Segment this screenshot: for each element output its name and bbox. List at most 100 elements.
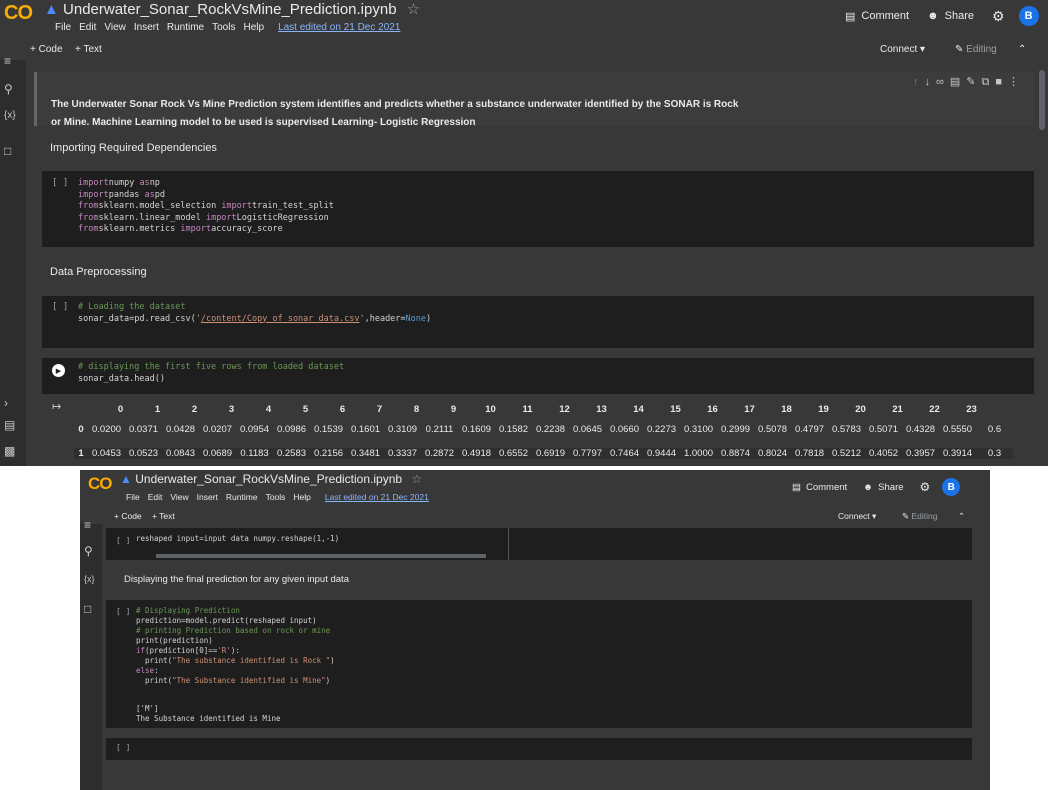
dataframe-cell: 0.0200 [91,424,122,435]
drive-icon: ▲ [120,472,132,486]
more-options-icon[interactable]: ⋮ [1008,76,1025,88]
menu-insert[interactable]: Insert [197,492,218,502]
add-code-button[interactable]: + Code [30,44,63,55]
star-icon[interactable]: ☆ [411,472,422,486]
text-cell-intro[interactable]: ↑↓∞▤✎⧉■⋮ The Underwater Sonar Rock Vs Mi… [34,72,1035,128]
menu-tools[interactable]: Tools [266,492,286,502]
mirror-cell-icon[interactable]: ⧉ [981,76,995,88]
code-token: print(prediction) [136,636,213,645]
cell-execution-count[interactable]: [ ] [116,743,130,752]
variables-icon[interactable]: {x} [4,110,16,121]
vertical-scrollbar[interactable] [1039,70,1045,130]
code-token: "The substance identified is Rock " [172,656,331,665]
dataframe-cell: 0.5550 [942,424,973,435]
editing-button[interactable]: ✎ Editing [902,511,938,522]
colab-logo[interactable]: CO [88,474,112,494]
menu-insert[interactable]: Insert [134,22,159,33]
menu-help[interactable]: Help [293,492,310,502]
dataframe-row-index: 1 [78,448,84,459]
move-down-icon[interactable]: ↓ [925,76,937,88]
menu-edit[interactable]: Edit [79,22,96,33]
run-cell-button[interactable]: ▶ [52,364,65,377]
menu-view[interactable]: View [170,492,188,502]
search-icon[interactable]: ⚲ [4,82,13,96]
variables-icon[interactable]: {x} [84,574,95,584]
code-token: 'R' [217,646,231,655]
expand-sidebar-icon[interactable]: › [4,396,8,410]
add-text-button[interactable]: + Text [152,511,175,521]
predict-code[interactable]: # Displaying Prediction prediction=model… [136,606,335,686]
horizontal-scrollbar[interactable] [156,554,486,558]
search-icon[interactable]: ⚲ [84,544,93,558]
comment-button[interactable]: ▤ Comment [845,10,909,23]
share-button[interactable]: ☻ Share [863,482,903,493]
output-line: The Substance identified is Mine [136,714,281,723]
code-cell-imports[interactable]: [ ] importnumpy asnp importpandas aspd f… [42,171,1034,247]
load-dataset-code[interactable]: # Loading the dataset sonar_data=pd.read… [78,302,431,325]
collapse-header-icon[interactable]: ⌃ [958,511,965,522]
reshape-code[interactable]: reshaped input=input data numpy.reshape(… [136,534,339,544]
connect-button[interactable]: Connect ▾ [838,511,876,522]
code-cell-head[interactable]: ▶ # displaying the first five rows from … [42,358,1034,394]
star-icon[interactable]: ☆ [407,1,420,18]
avatar[interactable]: B [942,478,961,496]
link-icon[interactable]: ∞ [936,76,950,88]
editing-label: Editing [966,43,997,55]
move-up-icon[interactable]: ↑ [913,76,925,88]
dataframe-row-index: 0 [78,424,84,435]
prediction-output: ['M'] The Substance identified is Mine [136,704,281,724]
collapse-header-icon[interactable]: ⌃ [1018,44,1026,55]
cell-execution-count[interactable]: [ ] [52,302,68,312]
code-token: # Displaying Prediction [136,606,240,615]
comment-icon[interactable]: ▤ [950,76,966,88]
avatar[interactable]: B [1018,6,1039,26]
table-of-contents-icon[interactable]: ≡ [4,54,11,68]
dataframe-column-header: 10 [485,404,496,415]
files-icon[interactable]: □ [84,602,91,616]
cell-execution-count[interactable]: [ ] [116,607,130,616]
menu-tools[interactable]: Tools [212,22,235,33]
menu-runtime[interactable]: Runtime [226,492,258,502]
last-edited-link[interactable]: Last edited on 21 Dec 2021 [278,22,400,33]
menu-file[interactable]: File [55,22,71,33]
add-code-button[interactable]: + Code [114,511,142,521]
code-cell-empty[interactable]: [ ] [106,738,972,760]
dataframe-column-header: 19 [818,404,829,415]
notebook-toolbar: + Code + Text Connect ▾ ✎ Editing ⌃ [0,40,1048,58]
notebook-title[interactable]: ▲ Underwater_Sonar_RockVsMine_Prediction… [120,472,422,486]
code-cell-reshape[interactable]: [ ] reshaped input=input data numpy.resh… [106,528,972,560]
last-edited-link[interactable]: Last edited on 21 Dec 2021 [325,492,429,502]
gear-icon[interactable]: ⚙ [992,8,1005,25]
head-code[interactable]: # displaying the first five rows from lo… [78,362,344,385]
menu-file[interactable]: File [126,492,140,502]
comment-button[interactable]: ▤ Comment [792,482,847,493]
files-icon[interactable]: □ [4,144,11,158]
delete-icon[interactable]: ■ [995,76,1008,88]
code-snippets-icon[interactable]: ▩ [4,444,15,458]
gear-icon[interactable]: ⚙ [920,480,931,494]
code-cell-predict[interactable]: [ ] # Displaying Prediction prediction=m… [106,600,972,728]
code-token: np [149,178,160,188]
output-icon[interactable]: ↦ [52,400,61,413]
connect-button[interactable]: Connect ▾ [880,44,925,55]
code-token: print( [136,676,173,685]
menu-view[interactable]: View [104,22,126,33]
notebook-title[interactable]: ▲ Underwater_Sonar_RockVsMine_Prediction… [44,0,420,18]
menu-runtime[interactable]: Runtime [167,22,204,33]
dataframe-output: 0 1 2 3 4 5 6 7 8 9 10 11 12 13 14 15 16 17 18 19 20 21 22 23 0… [74,400,1034,466]
dataframe-cell: 0.3 [987,448,1002,459]
imports-code[interactable]: importnumpy asnp importpandas aspd froms… [78,178,334,236]
cell-execution-count[interactable]: [ ] [52,178,68,188]
code-cell-load-dataset[interactable]: [ ] # Loading the dataset sonar_data=pd.… [42,296,1034,348]
menu-edit[interactable]: Edit [148,492,163,502]
edit-icon[interactable]: ✎ [966,76,981,88]
menu-help[interactable]: Help [243,22,264,33]
colab-logo[interactable]: CO [4,2,33,25]
share-button[interactable]: ☻ Share [927,10,974,22]
editing-button[interactable]: ✎ Editing [955,44,997,55]
cell-execution-count[interactable]: [ ] [116,536,130,545]
terminal-icon[interactable]: ▤ [4,418,15,432]
add-text-button[interactable]: + Text [75,44,102,55]
table-of-contents-icon[interactable]: ≡ [84,518,91,532]
dataframe-column-header: 21 [892,404,903,415]
